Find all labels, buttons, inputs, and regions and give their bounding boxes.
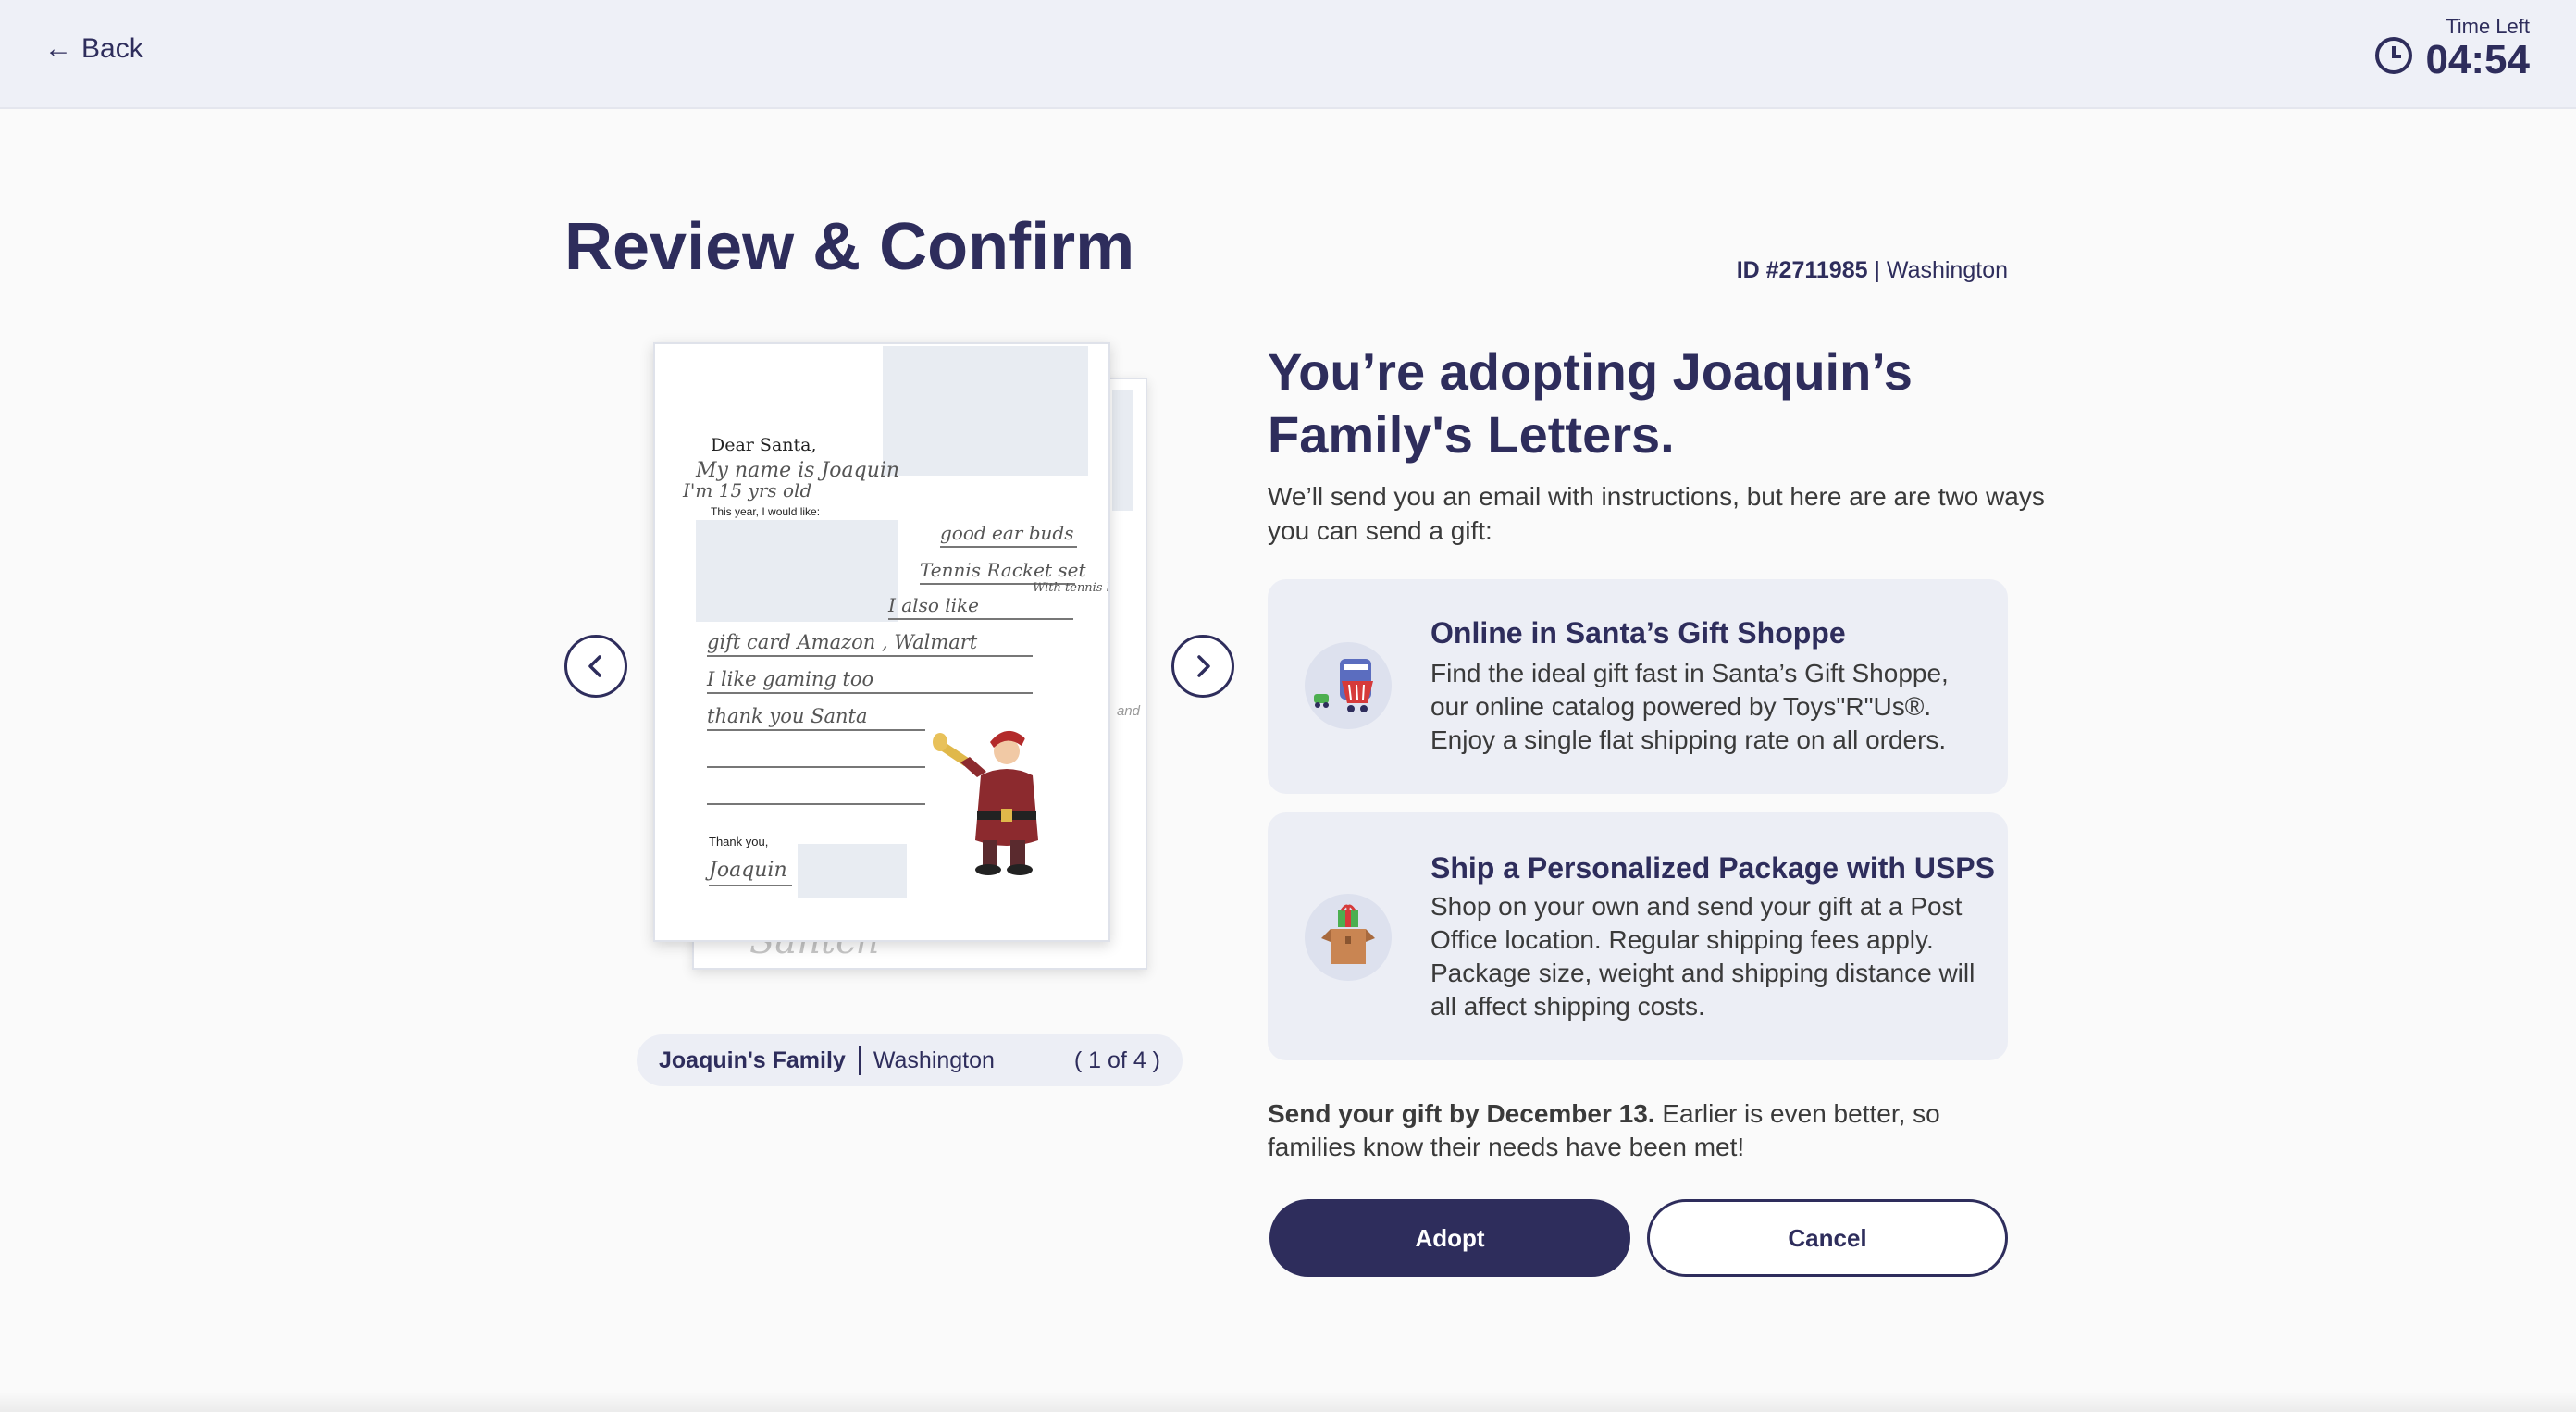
letter-line (707, 803, 925, 805)
letter-handwriting: I'm 15 yrs old (683, 479, 812, 502)
intro-text: We’ll send you an email with instruction… (1268, 482, 2045, 545)
letter-line (707, 692, 1033, 694)
adoption-headline: You’re adopting Joaquin’s Family's Lette… (1268, 342, 1913, 464)
deadline-notice: Send your gift by December 13. Earlier i… (1268, 1097, 2008, 1164)
option-title: Ship a Personalized Package with USPS (1430, 851, 1995, 885)
option-title: Online in Santa’s Gift Shoppe (1430, 616, 1846, 650)
letter-handwriting: Tennis Racket set (920, 559, 1086, 581)
redacted-area (883, 346, 1088, 476)
next-letter-button[interactable] (1171, 635, 1234, 698)
redacted-area (696, 520, 898, 622)
letter-handwriting: With tennis balls (1033, 581, 1108, 595)
caption-page-indicator: ( 1 of 4 ) (1073, 1047, 1160, 1073)
family-location: Washington (1886, 257, 2008, 283)
top-bar: ← Back Time Left 04:54 (0, 0, 2576, 109)
back-button[interactable]: ← Back (44, 33, 143, 65)
option-card-usps: Ship a Personalized Package with USPS Sh… (1268, 812, 2008, 1060)
option-card-gift-shoppe: Online in Santa’s Gift Shoppe Find the i… (1268, 579, 2008, 794)
option-description: Shop on your own and send your gift at a… (1430, 892, 1975, 1021)
letter-line (707, 729, 925, 731)
letter-handwriting: thank you Santa (707, 705, 868, 727)
adopt-button[interactable]: Adopt (1269, 1199, 1630, 1277)
letter-caption: Joaquin's Family Washington ( 1 of 4 ) (637, 1034, 1183, 1086)
letter-image: Dear Santa, My name is Joaquin I'm 15 yr… (653, 342, 1110, 942)
shopping-cart-icon (1305, 642, 1392, 729)
cancel-button[interactable]: Cancel (1647, 1199, 2008, 1277)
letter-handwriting: I also like (888, 594, 979, 616)
redacted-area (798, 844, 907, 898)
time-left-value: 04:54 (2425, 37, 2530, 82)
letter-back-edge-text: and (1116, 703, 1140, 719)
letter-handwriting: gift card Amazon , Walmart (707, 631, 978, 653)
deadline-date: Send your gift by December 13. (1268, 1099, 1655, 1128)
family-id-line: ID #2711985 | Washington (1737, 257, 2008, 284)
letter-signature: Joaquin (709, 859, 787, 882)
redacted-area (1112, 390, 1133, 511)
caption-location: Washington (873, 1047, 995, 1073)
time-left-label: Time Left (2446, 15, 2530, 38)
chevron-right-icon (1197, 655, 1210, 677)
bottom-shadow (0, 1392, 2576, 1412)
letter-greeting: Dear Santa, (711, 435, 817, 455)
santa-illustration (933, 730, 1038, 875)
id-separator: | (1874, 257, 1880, 283)
back-arrow-icon: ← (44, 33, 72, 64)
letter-line (707, 655, 1033, 657)
option-description: Find the ideal gift fast in Santa’s Gift… (1430, 659, 1949, 754)
letter-closing: Thank you, (709, 835, 769, 848)
letter-line (940, 546, 1077, 548)
letter-line (709, 885, 792, 886)
clock-icon (2375, 37, 2413, 75)
letter-prompt: This year, I would like: (711, 505, 821, 518)
caption-divider (858, 1046, 861, 1075)
letter-handwriting: I like gaming too (707, 668, 874, 690)
page-title: Review & Confirm (564, 210, 1135, 284)
countdown-timer: Time Left 04:54 (2375, 15, 2530, 81)
back-label: Back (81, 33, 143, 64)
letter-line (707, 766, 925, 768)
family-id: ID #2711985 (1736, 257, 1868, 283)
letter-handwriting: good ear buds (940, 522, 1074, 544)
letter-line (888, 618, 1073, 620)
caption-family: Joaquin's Family (659, 1047, 846, 1073)
chevron-left-icon (588, 655, 601, 677)
gift-box-icon (1305, 894, 1392, 981)
previous-letter-button[interactable] (564, 635, 627, 698)
